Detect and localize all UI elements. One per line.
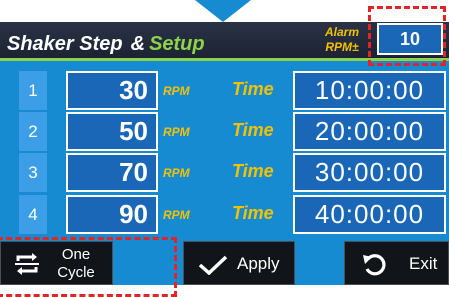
return-arrow-icon <box>363 254 386 276</box>
step-time-input[interactable]: 10:00:00 <box>293 71 446 110</box>
step-index: 1 <box>19 71 47 110</box>
step-rpm-input[interactable]: 90 <box>66 195 158 234</box>
one-cycle-highlight-marker <box>0 237 177 297</box>
step-index: 4 <box>19 195 47 234</box>
apply-button[interactable]: Apply <box>183 241 295 285</box>
alarm-label-line2: RPM± <box>325 40 359 54</box>
alarm-rpm-label: Alarm RPM± <box>318 25 366 55</box>
checkmark-icon <box>198 255 228 275</box>
step-index: 2 <box>19 112 47 151</box>
rpm-unit-label: RPM <box>163 84 190 98</box>
exit-button[interactable]: Exit <box>344 241 449 285</box>
title-amp: & <box>130 33 146 55</box>
alarm-label-line1: Alarm <box>324 25 359 39</box>
step-index: 3 <box>19 153 47 192</box>
title-main: Shaker Step <box>7 33 123 55</box>
time-label: Time <box>232 120 274 140</box>
step-time-input[interactable]: 30:00:00 <box>293 153 446 192</box>
step-row-4: 4 90 RPM Time 40:00:00 <box>0 195 449 234</box>
apply-label: Apply <box>237 254 280 273</box>
title-setup: Setup <box>149 33 205 55</box>
rpm-unit-label: RPM <box>163 125 190 139</box>
step-row-2: 2 50 RPM Time 20:00:00 <box>0 112 449 151</box>
step-row-3: 3 70 RPM Time 30:00:00 <box>0 153 449 192</box>
step-time-input[interactable]: 40:00:00 <box>293 195 446 234</box>
time-label: Time <box>232 79 274 99</box>
step-rpm-input[interactable]: 50 <box>66 112 158 151</box>
alarm-highlight-marker <box>368 6 446 66</box>
step-rpm-input[interactable]: 30 <box>66 71 158 110</box>
step-rpm-input[interactable]: 70 <box>66 153 158 192</box>
rpm-unit-label: RPM <box>163 166 190 180</box>
down-arrow-icon <box>195 0 251 22</box>
page-title: Shaker Step & Setup <box>7 33 205 56</box>
step-row-1: 1 30 RPM Time 10:00:00 <box>0 71 449 110</box>
time-label: Time <box>232 161 274 181</box>
time-label: Time <box>232 203 274 223</box>
exit-label: Exit <box>409 254 438 273</box>
rpm-unit-label: RPM <box>163 208 190 222</box>
step-time-input[interactable]: 20:00:00 <box>293 112 446 151</box>
